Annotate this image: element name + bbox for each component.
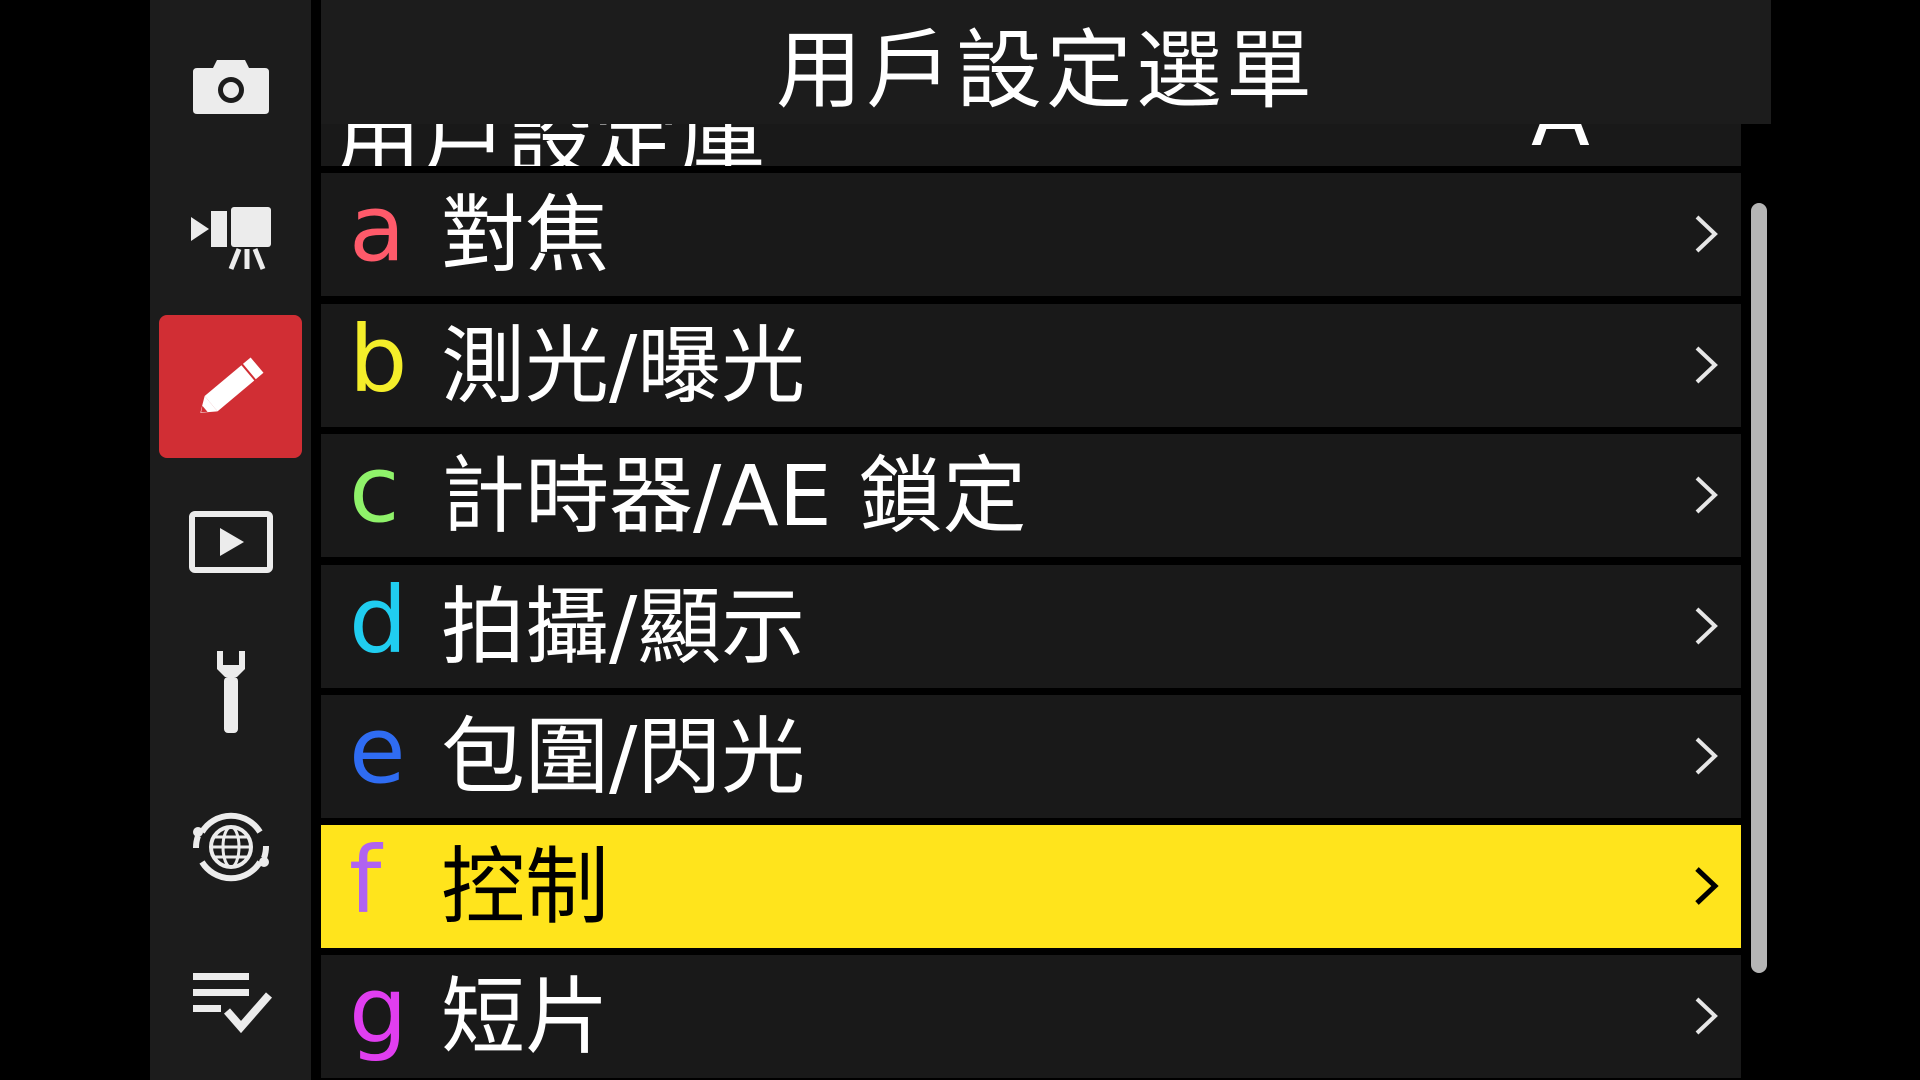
pencil-icon bbox=[199, 356, 263, 413]
menu-item-c[interactable]: c 計時器/AE 鎖定 bbox=[321, 434, 1741, 557]
tab-custom-settings[interactable] bbox=[159, 315, 302, 458]
item-letter: c bbox=[349, 435, 400, 543]
tab-playback[interactable] bbox=[159, 470, 302, 613]
item-label: 測光/曝光 bbox=[441, 316, 806, 415]
my-menu-icon bbox=[192, 972, 272, 1033]
tab-my-menu[interactable] bbox=[159, 930, 302, 1073]
chevron-right-icon bbox=[1695, 346, 1718, 384]
item-label: 對焦 bbox=[441, 185, 610, 284]
menu-item-e[interactable]: e 包圍/閃光 bbox=[321, 695, 1741, 818]
item-letter: b bbox=[349, 305, 408, 413]
item-label: 包圍/閃光 bbox=[441, 707, 806, 806]
tab-photo-shooting[interactable] bbox=[159, 12, 302, 155]
menu-panel: 用戶設定選單 用戶設定庫 A a 對焦 b 測光/曝光 c 計時器/AE 鎖定 … bbox=[321, 0, 1771, 1080]
item-letter: e bbox=[349, 696, 406, 804]
chevron-right-icon bbox=[1695, 867, 1719, 905]
menu-item-b[interactable]: b 測光/曝光 bbox=[321, 304, 1741, 427]
wrench-icon bbox=[216, 650, 245, 733]
item-letter: g bbox=[349, 956, 408, 1064]
menu-item-g[interactable]: g 短片 bbox=[321, 955, 1741, 1078]
menu-tab-strip bbox=[150, 0, 311, 1080]
chevron-right-icon bbox=[1695, 476, 1718, 514]
item-letter: f bbox=[349, 826, 382, 934]
page-title: 用戶設定選單 bbox=[776, 20, 1316, 121]
item-label: 計時器/AE 鎖定 bbox=[441, 446, 1027, 545]
tab-network[interactable] bbox=[159, 775, 302, 918]
tab-movie-recording[interactable] bbox=[159, 165, 302, 308]
item-letter: a bbox=[349, 174, 406, 282]
menu-item-d[interactable]: d 拍攝/顯示 bbox=[321, 565, 1741, 688]
item-label: 控制 bbox=[441, 837, 610, 936]
chevron-right-icon bbox=[1695, 215, 1718, 253]
camera-menu-screen: 用戶設定選單 用戶設定庫 A a 對焦 b 測光/曝光 c 計時器/AE 鎖定 … bbox=[0, 0, 1920, 1080]
item-letter: d bbox=[349, 566, 408, 674]
chevron-right-icon bbox=[1695, 997, 1718, 1035]
scrollbar[interactable] bbox=[1751, 203, 1767, 973]
network-icon bbox=[192, 812, 269, 881]
menu-title-bar: 用戶設定選單 bbox=[321, 0, 1771, 124]
menu-item-a[interactable]: a 對焦 bbox=[321, 173, 1741, 296]
item-label: 短片 bbox=[441, 967, 610, 1066]
playback-icon bbox=[188, 510, 273, 573]
chevron-right-icon bbox=[1695, 607, 1718, 645]
menu-item-f[interactable]: f 控制 bbox=[321, 825, 1741, 948]
camera-icon bbox=[192, 59, 269, 114]
movie-camera-icon bbox=[190, 206, 271, 270]
tab-setup[interactable] bbox=[159, 620, 302, 763]
item-label: 拍攝/顯示 bbox=[441, 577, 806, 676]
chevron-right-icon bbox=[1695, 737, 1718, 775]
